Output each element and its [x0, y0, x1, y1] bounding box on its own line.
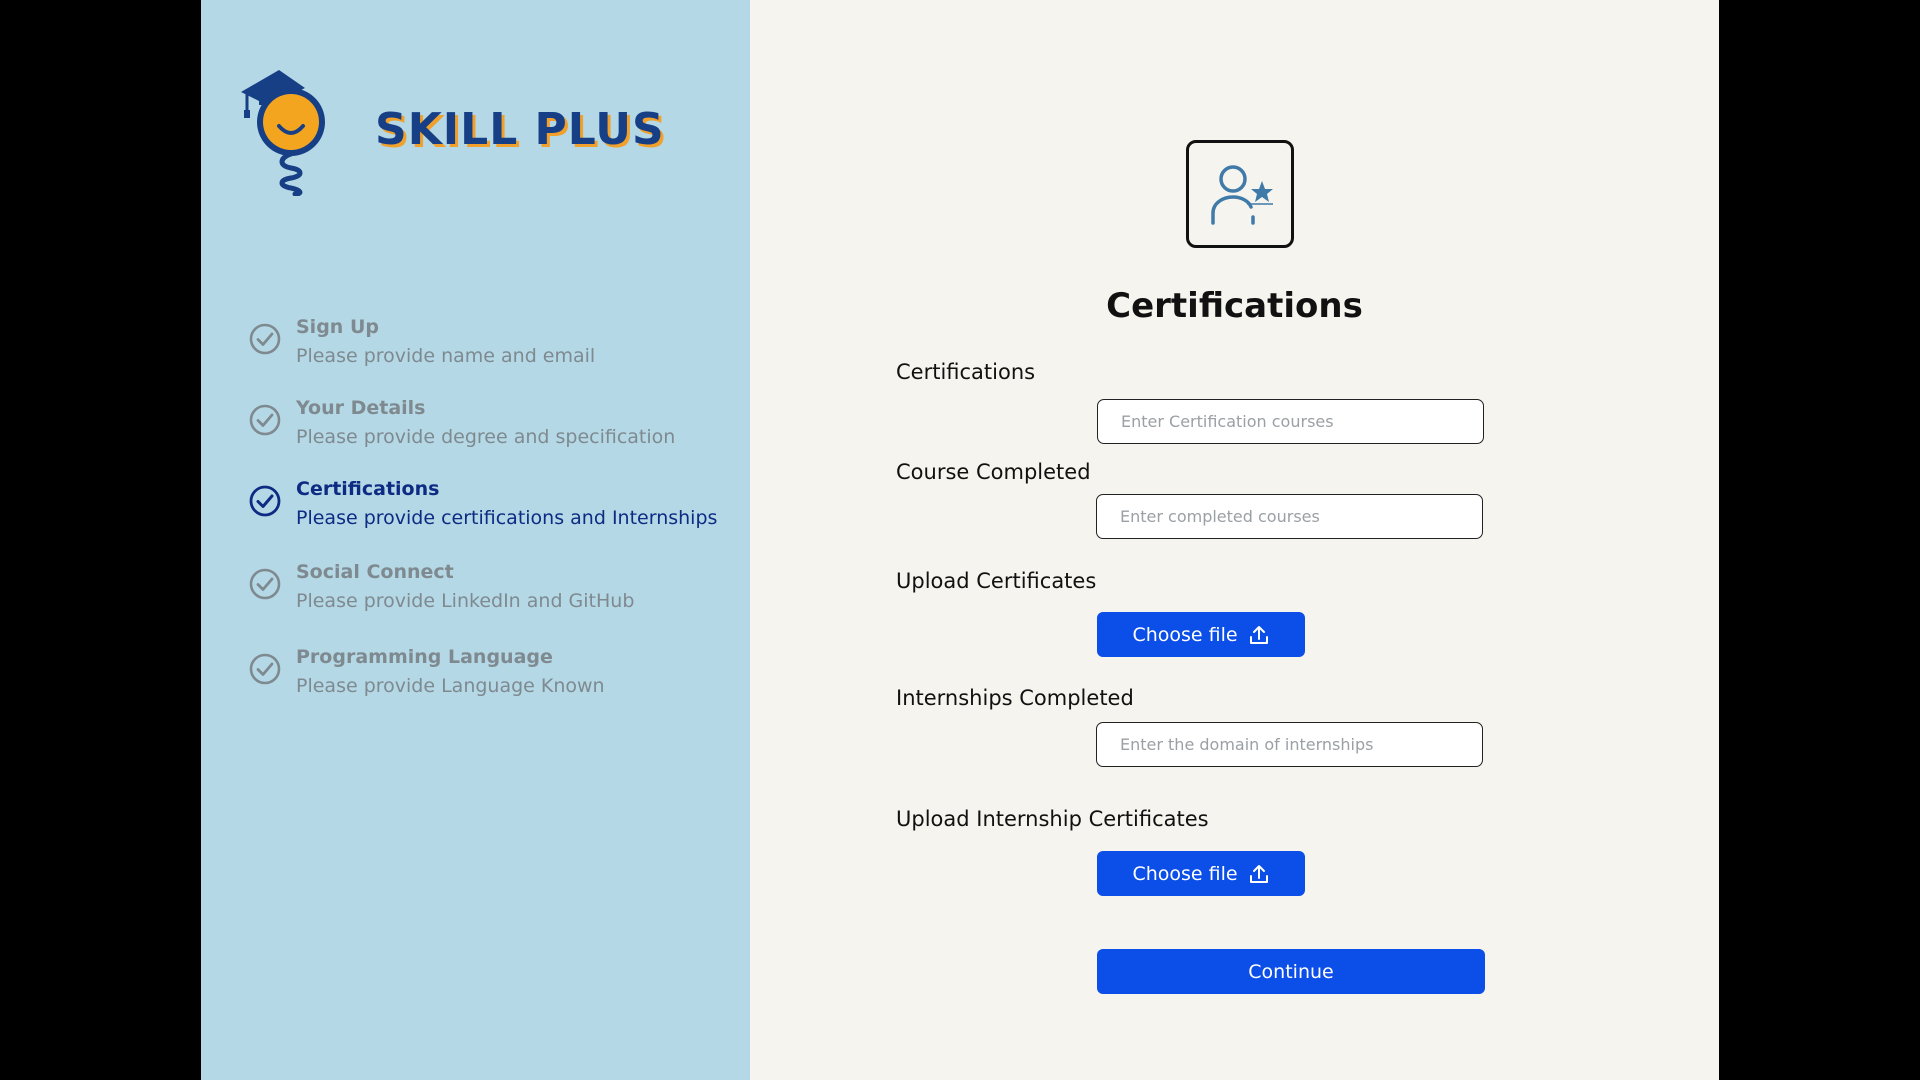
step-title: Sign Up	[296, 316, 379, 338]
step-sign-up[interactable]: Sign Up Please provide name and email	[249, 316, 739, 376]
brand-name: SKILL PLUS	[375, 104, 665, 155]
upload-internship-certificates-label: Upload Internship Certificates	[896, 807, 1209, 831]
upload-internship-certificates-button-label: Choose file	[1132, 862, 1238, 885]
check-circle-icon	[249, 568, 281, 600]
course-completed-label: Course Completed	[896, 460, 1091, 484]
step-title: Social Connect	[296, 561, 454, 583]
internships-completed-label: Internships Completed	[896, 686, 1134, 710]
upload-icon	[1249, 864, 1268, 883]
certifications-input[interactable]	[1097, 399, 1484, 444]
app-frame: SKILL PLUS Sign Up Please provide name a…	[201, 0, 1719, 1080]
step-title: Your Details	[296, 397, 426, 419]
step-description: Please provide Language Known	[296, 675, 605, 697]
step-certifications[interactable]: Certifications Please provide certificat…	[249, 478, 739, 538]
step-programming-language[interactable]: Programming Language Please provide Lang…	[249, 646, 739, 706]
step-description: Please provide name and email	[296, 345, 596, 367]
main-panel: Certifications	[750, 0, 1719, 1080]
sidebar: SKILL PLUS Sign Up Please provide name a…	[201, 0, 750, 1080]
step-description: Please provide LinkedIn and GitHub	[296, 590, 635, 612]
page-title: Certifications	[1106, 286, 1363, 326]
graduation-lightbulb-icon	[239, 62, 339, 197]
check-circle-icon	[249, 485, 281, 517]
upload-certificates-button[interactable]: Choose file	[1097, 612, 1305, 657]
check-circle-icon	[249, 653, 281, 685]
step-description: Please provide degree and specification	[296, 426, 676, 448]
check-circle-icon	[249, 323, 281, 355]
upload-certificates-label: Upload Certificates	[896, 569, 1097, 593]
continue-button[interactable]: Continue	[1097, 949, 1485, 994]
step-social-connect[interactable]: Social Connect Please provide LinkedIn a…	[249, 561, 739, 621]
user-star-icon	[1186, 140, 1294, 248]
certifications-label: Certifications	[896, 360, 1036, 384]
internships-completed-input[interactable]	[1096, 722, 1483, 767]
step-title: Programming Language	[296, 646, 553, 668]
check-circle-icon	[249, 404, 281, 436]
step-description: Please provide certifications and Intern…	[296, 507, 718, 529]
course-completed-input[interactable]	[1096, 494, 1483, 539]
step-your-details[interactable]: Your Details Please provide degree and s…	[249, 397, 739, 457]
step-title: Certifications	[296, 478, 440, 500]
upload-certificates-button-label: Choose file	[1132, 623, 1238, 646]
upload-icon	[1249, 625, 1268, 644]
upload-internship-certificates-button[interactable]: Choose file	[1097, 851, 1305, 896]
